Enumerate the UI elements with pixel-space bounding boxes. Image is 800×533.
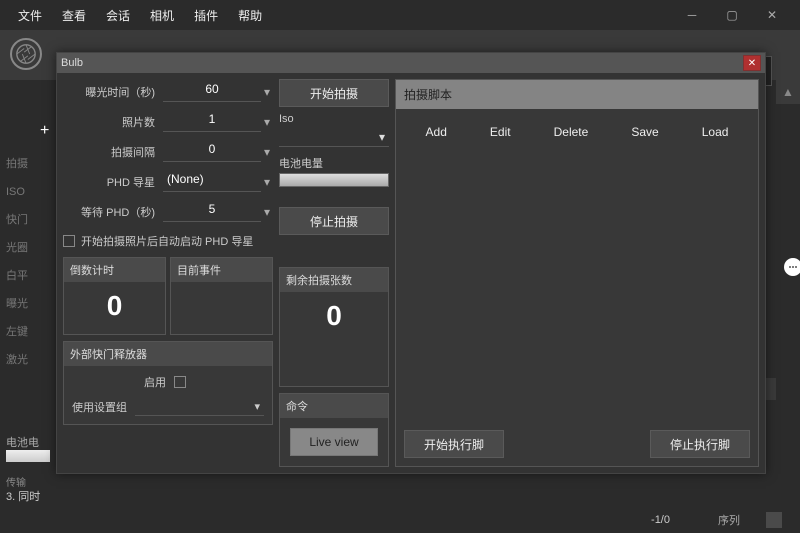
start-capture-button[interactable]: 开始拍摄	[279, 79, 389, 107]
external-shutter-title: 外部快门释放器	[64, 342, 272, 366]
script-edit-button[interactable]: Edit	[484, 121, 517, 143]
remaining-value: 0	[280, 292, 388, 344]
menu-help[interactable]: 帮助	[228, 3, 272, 28]
iso-label: Iso	[279, 111, 389, 127]
side-label: 白平	[6, 262, 56, 290]
settings-group-select[interactable]: ▾	[135, 398, 264, 416]
settings-group-label: 使用设置组	[72, 399, 127, 415]
remaining-label: 剩余拍摄张数	[280, 268, 388, 292]
countdown-value: 0	[64, 282, 165, 334]
exposure-input[interactable]: 60	[163, 82, 261, 102]
menu-view[interactable]: 查看	[52, 3, 96, 28]
aperture-icon	[10, 38, 42, 70]
menu-camera[interactable]: 相机	[140, 3, 184, 28]
dialog-title: Bulb	[61, 57, 83, 69]
script-save-button[interactable]: Save	[625, 121, 664, 143]
statusbar: -1/0 序列	[0, 507, 800, 533]
script-delete-button[interactable]: Delete	[548, 121, 595, 143]
interval-input[interactable]: 0	[163, 142, 261, 162]
autostart-phd-checkbox[interactable]	[63, 235, 75, 247]
chevron-down-icon[interactable]: ▾	[261, 115, 273, 129]
script-add-button[interactable]: Add	[420, 121, 453, 143]
current-event-value	[171, 282, 272, 302]
maximize-button[interactable]: ▢	[712, 1, 752, 29]
autostart-phd-label: 开始拍摄照片后自动启动 PHD 导星	[81, 233, 253, 249]
wait-phd-input[interactable]: 5	[163, 202, 261, 222]
add-icon[interactable]: +	[40, 122, 49, 140]
script-load-button[interactable]: Load	[696, 121, 735, 143]
side-label: 快门	[6, 206, 56, 234]
interval-label: 拍摄间隔	[63, 144, 163, 160]
chevron-down-icon[interactable]: ▾	[261, 175, 273, 189]
start-script-button[interactable]: 开始执行脚	[404, 430, 504, 458]
battery-label: 电池电量	[279, 153, 389, 173]
side-label: 左键	[6, 318, 56, 346]
side-label: 拍摄	[6, 150, 56, 178]
iso-select[interactable]: ▾	[279, 127, 389, 147]
current-event-label: 目前事件	[171, 258, 272, 282]
side-panel-labels: 拍摄 ISO 快门 光圈 白平 曝光 左键 激光	[6, 150, 56, 374]
side-label: 光圈	[6, 234, 56, 262]
battery-side-bar	[6, 450, 50, 462]
page-indicator: -1/0	[651, 514, 670, 526]
live-view-button[interactable]: Live view	[290, 428, 378, 456]
phd-label: PHD 导星	[63, 174, 163, 190]
more-dots-icon[interactable]	[784, 258, 800, 276]
exposure-label: 曝光时间（秒)	[63, 84, 163, 100]
chevron-down-icon[interactable]: ▾	[261, 205, 273, 219]
script-title: 拍摄脚本	[396, 80, 758, 109]
side-label: 曝光	[6, 290, 56, 318]
dialog-titlebar[interactable]: Bulb ✕	[57, 53, 765, 73]
count-label: 照片数	[63, 114, 163, 130]
battery-bar	[279, 173, 389, 187]
phd-select[interactable]: (None)	[163, 172, 261, 192]
chevron-down-icon[interactable]: ▾	[261, 85, 273, 99]
countdown-label: 倒数计时	[64, 258, 165, 282]
count-input[interactable]: 1	[163, 112, 261, 132]
sequence-label: 序列	[718, 512, 740, 528]
minimize-button[interactable]: ─	[672, 1, 712, 29]
menubar: 文件 查看 会话 相机 插件 帮助 ─ ▢ ✕	[0, 0, 800, 30]
menu-plugin[interactable]: 插件	[184, 3, 228, 28]
wait-phd-label: 等待 PHD（秒)	[63, 204, 163, 220]
chevron-down-icon[interactable]: ▾	[261, 145, 273, 159]
dialog-close-button[interactable]: ✕	[743, 55, 761, 71]
command-title: 命令	[280, 394, 388, 418]
side-label: ISO	[6, 178, 56, 206]
battery-side-label: 电池电	[6, 434, 39, 450]
menu-file[interactable]: 文件	[8, 3, 52, 28]
side-label: 激光	[6, 346, 56, 374]
script-list	[396, 151, 758, 422]
stop-script-button[interactable]: 停止执行脚	[650, 430, 750, 458]
transfer-text: 3. 同时	[6, 488, 40, 504]
menu-session[interactable]: 会话	[96, 3, 140, 28]
transfer-label: 传输	[6, 474, 26, 489]
enable-label: 启用	[144, 374, 166, 390]
footer-button[interactable]	[766, 512, 782, 528]
close-button[interactable]: ✕	[752, 1, 792, 29]
enable-checkbox[interactable]	[174, 376, 186, 388]
bulb-dialog: Bulb ✕ 曝光时间（秒) 60 ▾ 照片数 1 ▾ 拍摄间隔 0 ▾ PHD…	[56, 52, 766, 474]
scroll-up-icon[interactable]: ▲	[776, 80, 800, 104]
stop-capture-button[interactable]: 停止拍摄	[279, 207, 389, 235]
